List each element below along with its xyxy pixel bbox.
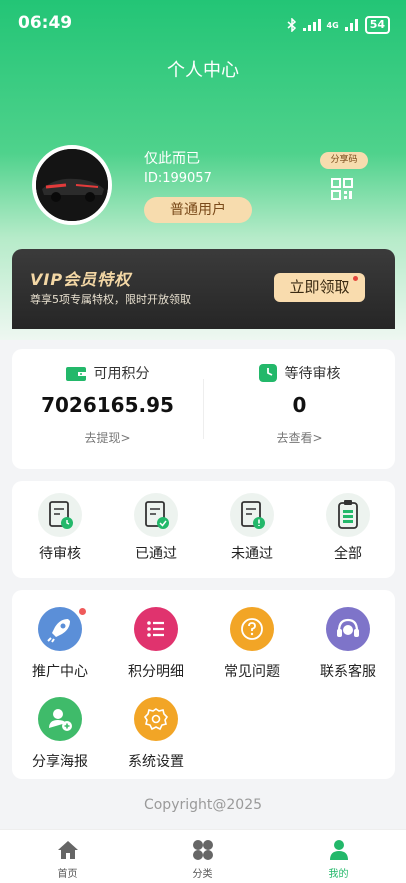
- status-pending[interactable]: 待审核: [12, 481, 108, 578]
- available-points[interactable]: 可用积分 7026165.95 去提现>: [12, 349, 203, 469]
- pending-points-label: 等待审核: [284, 366, 341, 382]
- user-level-badge: 普通用户: [144, 197, 252, 223]
- pending-points-header: 等待审核: [204, 363, 395, 383]
- vip-banner[interactable]: VIP会员特权 尊享5项专属特权，限时开放领取 立即领取: [12, 249, 395, 329]
- menu-card: 推广中心 积分明细 常见问题 联系客服 分享海报 系统设置: [12, 590, 395, 779]
- menu-contact-service[interactable]: 联系客服: [300, 590, 396, 680]
- menu-promotion-center[interactable]: 推广中心: [12, 590, 108, 680]
- points-card: 可用积分 7026165.95 去提现> 等待审核 0 去查看>: [12, 349, 395, 469]
- view-pending-link[interactable]: 去查看>: [204, 429, 395, 446]
- user-add-icon: [38, 697, 82, 741]
- tab-category-label: 分类: [192, 869, 213, 880]
- tab-category[interactable]: 分类: [135, 830, 270, 883]
- withdraw-link[interactable]: 去提现>: [12, 429, 203, 446]
- wallet-icon: [65, 367, 86, 381]
- tab-home[interactable]: 首页: [0, 830, 135, 883]
- bottom-tabbar: 首页 分类 我的: [0, 829, 406, 883]
- avatar[interactable]: [32, 145, 112, 225]
- status-bar: 06:49 4G 54: [0, 10, 406, 40]
- approved-doc-icon: [134, 493, 178, 537]
- list-icon: [134, 607, 178, 651]
- battery-icon: 54: [364, 16, 390, 34]
- status-icons: 4G 54: [287, 16, 390, 34]
- menu-label: 系统设置: [128, 754, 184, 770]
- vip-claim-button[interactable]: 立即领取: [274, 273, 365, 302]
- tab-mine[interactable]: 我的: [271, 830, 406, 883]
- menu-label: 分享海报: [32, 754, 88, 770]
- vip-title: VIP会员特权: [30, 270, 132, 289]
- category-icon: [193, 840, 213, 860]
- question-icon: [230, 607, 274, 651]
- vip-description: 尊享5项专属特权，限时开放领取: [30, 293, 191, 306]
- home-icon: [58, 841, 78, 859]
- user-id: ID:199057: [144, 171, 212, 186]
- review-status-card: 待审核 已通过 未通过 全部: [12, 481, 395, 578]
- available-points-header: 可用积分: [12, 363, 203, 383]
- status-time: 06:49: [18, 13, 73, 33]
- status-rejected[interactable]: 未通过: [204, 481, 300, 578]
- pending-doc-icon: [38, 493, 82, 537]
- status-pending-label: 待审核: [39, 546, 81, 562]
- signal-icon: [302, 19, 321, 31]
- headset-icon: [326, 607, 370, 651]
- status-approved-label: 已通过: [135, 546, 177, 562]
- clock-icon: [258, 364, 277, 382]
- bluetooth-icon: [287, 18, 296, 32]
- available-points-value: 7026165.95: [41, 393, 174, 417]
- user-icon: [330, 840, 348, 860]
- share-code-label[interactable]: 分享码: [320, 152, 368, 169]
- menu-points-detail[interactable]: 积分明细: [108, 590, 204, 680]
- rocket-icon: [38, 607, 82, 651]
- network-type: 4G: [326, 20, 339, 30]
- status-all-label: 全部: [334, 546, 362, 562]
- menu-share-poster[interactable]: 分享海报: [12, 680, 108, 770]
- menu-label: 联系客服: [320, 664, 376, 680]
- copyright: Copyright@2025: [143, 797, 263, 813]
- rejected-doc-icon: [230, 493, 274, 537]
- tab-home-label: 首页: [57, 869, 78, 880]
- avatar-car-image: [36, 149, 108, 221]
- menu-system-settings[interactable]: 系统设置: [108, 680, 204, 770]
- clipboard-icon: [326, 493, 370, 537]
- gear-icon: [134, 697, 178, 741]
- status-approved[interactable]: 已通过: [108, 481, 204, 578]
- pending-points[interactable]: 等待审核 0 去查看>: [204, 349, 395, 469]
- pending-points-value: 0: [292, 393, 307, 417]
- menu-label: 推广中心: [32, 664, 88, 680]
- menu-faq[interactable]: 常见问题: [204, 590, 300, 680]
- qr-code-icon[interactable]: [331, 178, 353, 200]
- available-points-label: 可用积分: [93, 366, 150, 382]
- status-rejected-label: 未通过: [231, 546, 273, 562]
- signal-icon-2: [344, 19, 358, 31]
- menu-label: 积分明细: [128, 664, 184, 680]
- status-all[interactable]: 全部: [300, 481, 396, 578]
- vip-notification-dot: [353, 276, 358, 281]
- page-title: 个人中心: [167, 60, 239, 81]
- promotion-badge-dot: [78, 607, 87, 616]
- username: 仅此而已: [144, 151, 200, 167]
- menu-label: 常见问题: [224, 664, 280, 680]
- tab-mine-label: 我的: [328, 869, 349, 880]
